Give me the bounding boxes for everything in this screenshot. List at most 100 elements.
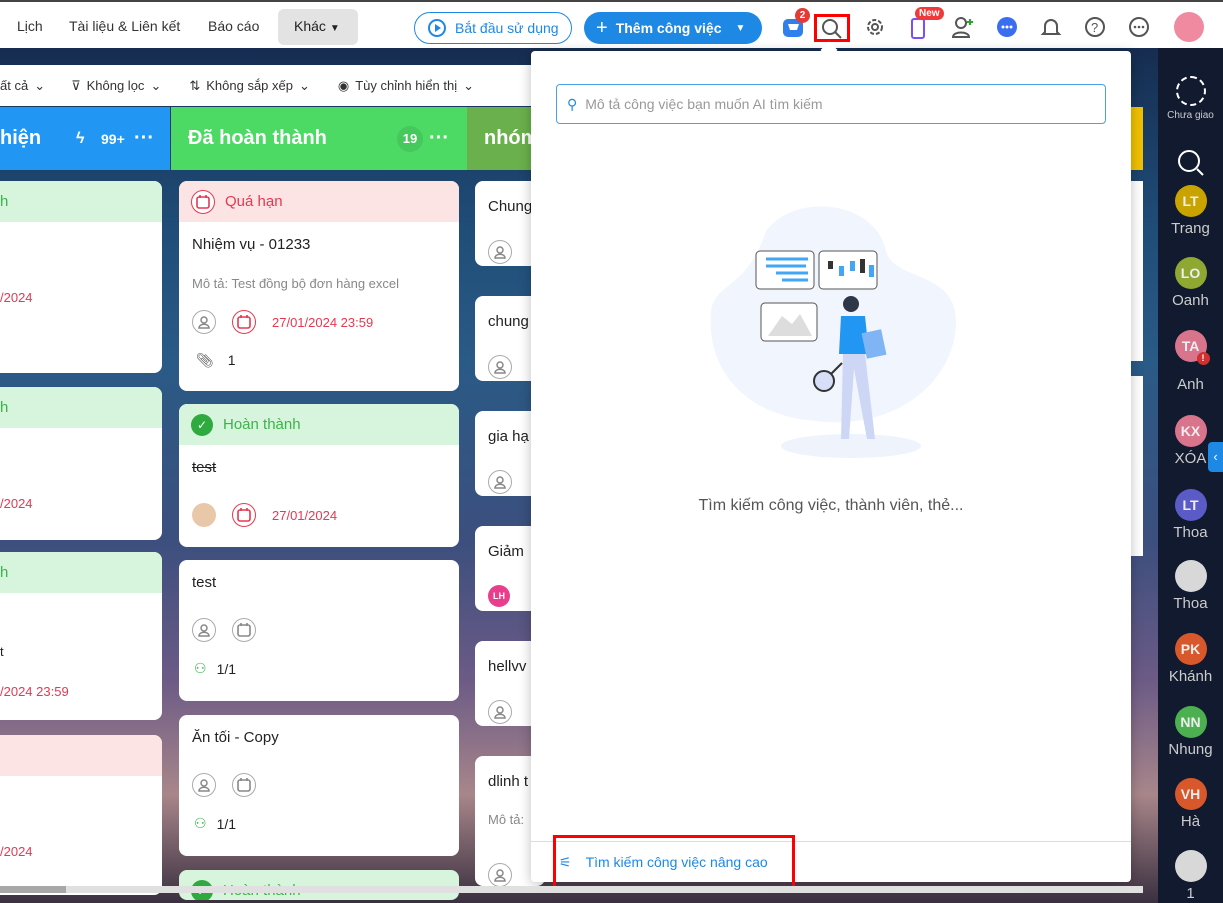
member-initials: TA (1181, 338, 1200, 354)
view-all-dropdown[interactable]: ất cả ⌄ (0, 78, 45, 94)
unassigned-filter[interactable]: Chưa giao (1158, 76, 1223, 121)
member-name: Nhung (1168, 741, 1213, 758)
nav-documents[interactable]: Tài liệu & Liên kết (69, 18, 180, 34)
assignee-avatar[interactable]: LH (488, 585, 510, 607)
member-avatar: PK (1174, 633, 1207, 665)
nav-calendar[interactable]: Lịch (17, 18, 43, 34)
member-avatar: LT (1174, 489, 1207, 521)
search-button[interactable] (814, 14, 850, 42)
card-status-header: Quá hạn (179, 181, 459, 222)
assign-user-icon[interactable] (488, 470, 512, 494)
horizontal-scrollbar[interactable] (0, 886, 1143, 893)
column-menu-icon[interactable]: ··· (134, 127, 154, 150)
settings-gear-icon[interactable] (863, 15, 887, 39)
assign-user-icon[interactable] (192, 618, 216, 642)
task-card[interactable]: h t /2024 23:59 (0, 552, 162, 720)
check-circle-icon: ✓ (191, 413, 213, 436)
advanced-search-link[interactable]: ⚟ Tìm kiếm công việc nâng cao (553, 835, 795, 889)
card-description: Mô tả: Test đồng bộ đơn hàng excel (192, 276, 400, 291)
mobile-app-icon[interactable]: New (906, 7, 944, 39)
nav-reports[interactable]: Báo cáo (208, 18, 259, 34)
chevron-down-icon: ▼ (329, 23, 340, 34)
card-status-header: h (0, 387, 162, 428)
filter-dropdown[interactable]: ⊽ Không lọc ⌄ (71, 78, 161, 94)
more-menu-button[interactable]: Khác ▼ (278, 9, 358, 45)
member-name: Thoa (1173, 595, 1208, 612)
task-card[interactable]: ✓Hoàn thành (179, 870, 459, 900)
task-card[interactable]: test ⚇ 1/1 (179, 560, 459, 701)
filter-off-icon: ⊽ (71, 77, 81, 93)
filter-sliders-icon: ⚟ (559, 853, 572, 870)
card-status-header: ✓Hoàn thành (179, 870, 459, 900)
help-icon[interactable]: ? (1083, 15, 1107, 39)
member-filter-item[interactable]: LO Oanh (1158, 257, 1223, 309)
due-date-calendar-icon[interactable] (232, 503, 256, 527)
more-options-icon[interactable] (1127, 15, 1151, 39)
card-due-date: /2024 (0, 844, 33, 859)
assign-user-icon[interactable] (192, 310, 216, 334)
column-count: 19 (397, 125, 423, 152)
sort-dropdown[interactable]: ⇅ Không sắp xếp ⌄ (189, 78, 310, 94)
top-bar: Lịch Tài liệu & Liên kết Báo cáo Khác ▼ … (0, 0, 1223, 48)
assign-user-icon[interactable] (488, 700, 512, 724)
member-name: Oanh (1172, 292, 1209, 309)
get-started-button[interactable]: Bắt đầu sử dụng (414, 12, 572, 44)
member-filter-item[interactable]: TA! Anh (1158, 330, 1223, 393)
search-illustration (710, 206, 956, 458)
add-member-icon[interactable] (951, 15, 975, 39)
task-card[interactable]: Quá hạn Nhiệm vụ - 01233 Mô tả: Test đồng … (179, 181, 459, 391)
display-settings-dropdown[interactable]: ◉ Tùy chỉnh hiển thị ⌄ (338, 78, 474, 94)
assign-user-icon[interactable] (192, 773, 216, 797)
board-toolbar: ất cả ⌄ ⊽ Không lọc ⌄ ⇅ Không sắp xếp ⌄ ◉ Tùy … (0, 65, 540, 106)
overdue-calendar-icon (191, 189, 215, 214)
assign-user-icon[interactable] (488, 355, 512, 379)
task-card[interactable]: ✓ Hoàn thành test 27/01/2024 (179, 404, 459, 547)
card-due-date: /2024 23:59 (0, 684, 69, 699)
member-avatar (1174, 850, 1207, 882)
member-filter-item[interactable]: 1 (1158, 850, 1223, 902)
ai-search-placeholder: Mô tả công việc bạn muốn AI tìm kiếm (585, 96, 823, 112)
member-initials: LO (1180, 265, 1201, 281)
member-avatar: NN (1174, 706, 1207, 738)
member-name: Khánh (1168, 668, 1213, 685)
member-filter-item[interactable]: LT Trang (1158, 185, 1223, 237)
assign-user-icon[interactable] (488, 863, 512, 886)
column-menu-icon[interactable]: ··· (429, 127, 449, 150)
sort-label: Không sắp xếp (206, 78, 293, 93)
card-title: Chung (488, 198, 533, 215)
member-filter-item[interactable]: VH Hà (1158, 778, 1223, 830)
new-badge: New (915, 7, 944, 20)
collapse-sidebar-button[interactable]: ‹ (1208, 442, 1223, 472)
task-card[interactable]: Ăn tối - Copy ⚇ 1/1 (179, 715, 459, 856)
assign-user-icon[interactable] (488, 240, 512, 264)
member-filter-item[interactable]: Thoa (1158, 560, 1223, 612)
member-filter-item[interactable]: PK Khánh (1158, 633, 1223, 685)
card-description: Mô tả: (488, 812, 525, 827)
card-partial (1131, 181, 1143, 361)
card-status-header: h (0, 181, 162, 222)
add-task-button[interactable]: + Thêm công việc ▼ (584, 12, 762, 44)
ai-search-input[interactable]: ⚲ Mô tả công việc bạn muốn AI tìm kiếm (556, 84, 1106, 124)
unassigned-user-icon (1175, 76, 1206, 106)
cart-icon[interactable]: 2 (781, 8, 810, 39)
due-date-calendar-icon[interactable] (232, 310, 256, 334)
task-card[interactable]: h /2024 (0, 387, 162, 540)
assignee-avatar[interactable] (192, 503, 216, 527)
card-title: chung (488, 313, 529, 330)
scrollbar-thumb[interactable] (0, 886, 66, 893)
member-filter-item[interactable]: NN Nhung (1158, 706, 1223, 758)
cart-badge: 2 (795, 8, 810, 23)
member-sidebar: Chưa giao LT Trang LO Oanh TA! Anh KX XÓA LT Thoa… (1158, 48, 1223, 903)
due-date-calendar-icon[interactable] (232, 618, 256, 642)
card-status-header (0, 735, 162, 776)
member-name: Anh (1177, 376, 1204, 393)
user-avatar[interactable] (1174, 12, 1204, 42)
task-card[interactable]: /2024 (0, 735, 162, 895)
due-date-calendar-icon[interactable] (232, 773, 256, 797)
member-filter-item[interactable]: LT Thoa (1158, 489, 1223, 541)
notification-bell-icon[interactable] (1039, 15, 1063, 39)
add-task-label: Thêm công việc (615, 20, 722, 36)
member-search-icon[interactable] (1158, 148, 1223, 182)
task-card[interactable]: h /2024 (0, 181, 162, 373)
messenger-icon[interactable] (995, 15, 1019, 39)
